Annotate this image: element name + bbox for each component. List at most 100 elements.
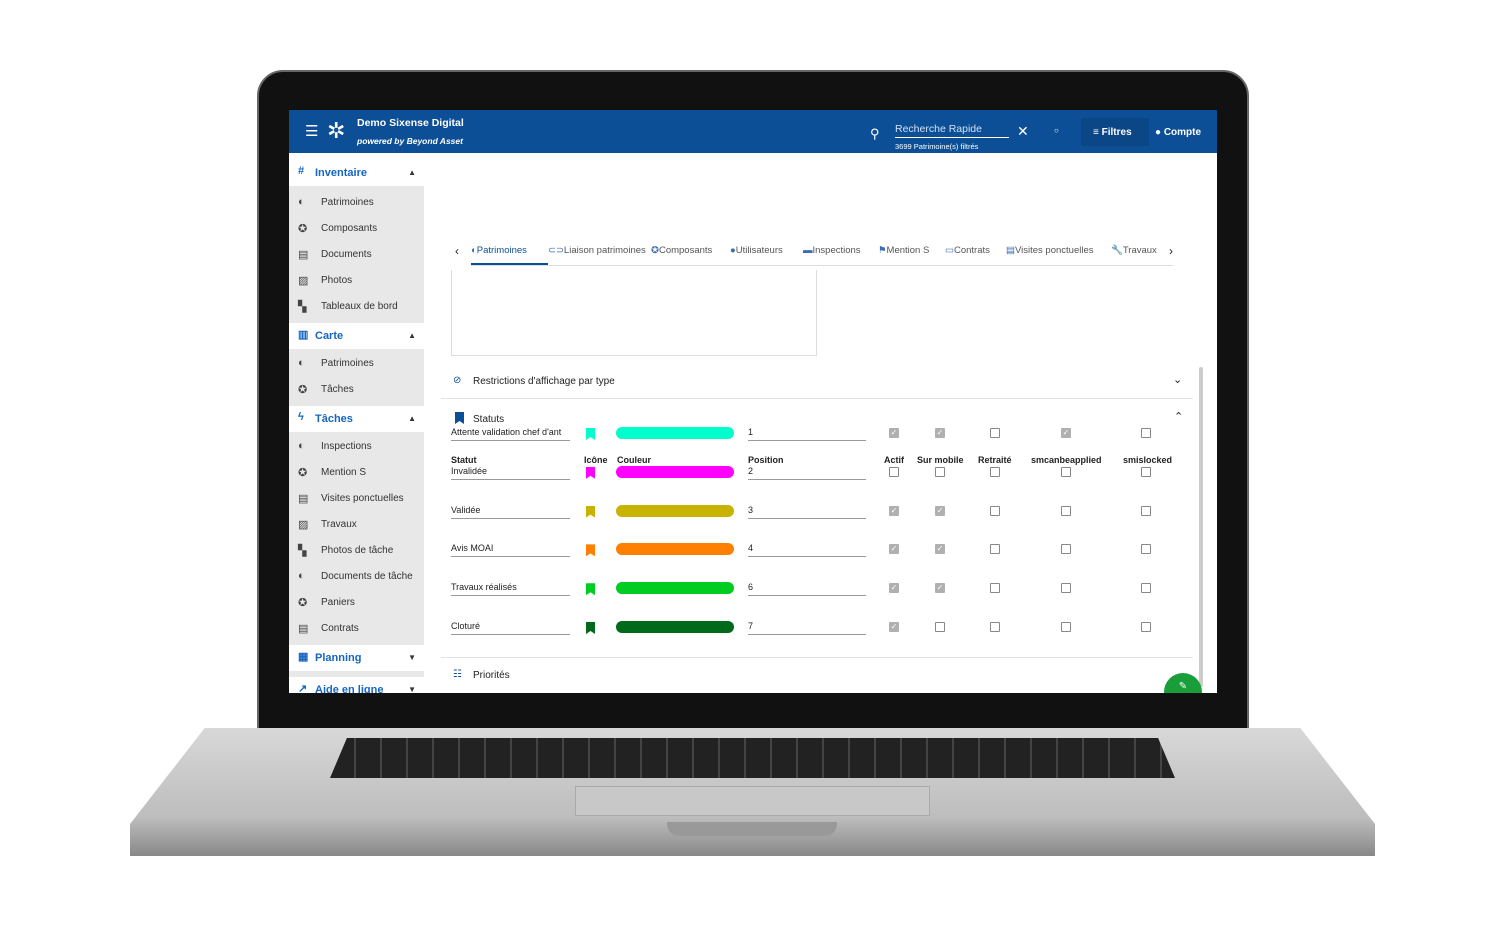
checkbox[interactable] [990,583,1000,594]
statut-input[interactable]: Cloturé [451,619,570,635]
filters-button[interactable]: ≡ Filtres [1081,118,1149,146]
checkbox[interactable] [1061,583,1071,594]
color-picker[interactable] [616,504,734,517]
restrictions-panel-header[interactable]: ⊘ Restrictions d'affichage par type ⌄ [441,365,1193,399]
color-picker[interactable] [616,427,734,439]
tab-4[interactable]: ▬Inspections [803,245,861,256]
checkbox[interactable] [990,428,1000,438]
checkbox[interactable] [889,466,899,477]
sidebar-item[interactable]: ◐ Inspections [289,435,424,459]
sidebar-section-2[interactable]: ϟ Tâches ▲ [289,406,424,432]
sidebar-item[interactable]: ✪ Tâches [289,378,424,402]
sidebar-item[interactable]: ✪ Composants [289,217,424,241]
sidebar-item[interactable]: ◐ Patrimoines [289,352,424,376]
tab-8[interactable]: 🔧Travaux [1111,245,1157,256]
tab-3[interactable]: ●Utilisateurs [730,245,783,256]
sidebar-item[interactable]: ◐ Patrimoines [289,191,424,215]
checkbox[interactable] [1141,466,1151,477]
sidebar-item[interactable]: ▨ Travaux [289,513,424,537]
checkbox[interactable] [1141,428,1151,438]
tab-5[interactable]: ⚑Mention S [878,245,929,256]
checkbox[interactable] [935,466,945,477]
sidebar-section-1[interactable]: ▥ Carte ▲ [289,323,424,349]
checkbox[interactable] [1141,622,1151,632]
checkbox[interactable]: ✓ [889,622,899,632]
checkbox[interactable]: ✓ [889,505,899,516]
checkbox[interactable] [935,622,945,632]
position-input[interactable]: 6 [748,580,866,597]
tab-0[interactable]: ◐Patrimoines [471,245,527,256]
sidebar-item[interactable]: ▨ Photos [289,269,424,293]
sidebar-section-3[interactable]: ▦ Planning ▼ [289,645,424,671]
checkbox[interactable] [1141,505,1151,516]
statut-input[interactable]: Travaux réalisés [451,580,570,597]
priority-list-icon: ☷ [453,669,462,680]
sidebar-section-0[interactable]: # Inventaire ▲ [289,160,424,186]
position-input[interactable]: 1 [748,425,866,441]
checkbox[interactable]: ✓ [889,428,899,438]
settings-dot-icon[interactable]: ○ [1054,126,1059,135]
checkbox[interactable]: ✓ [935,583,945,594]
checkbox[interactable]: ✓ [889,544,899,555]
statut-input[interactable]: Invalidée [451,464,570,480]
priorites-panel-header[interactable]: Priorités [473,670,510,681]
sidebar-item[interactable]: ✪ Paniers [289,591,424,615]
item-icon: ◐ [298,440,305,452]
sidebar-item[interactable]: ▚ Photos de tâche [289,539,424,563]
tabs-prev-icon[interactable]: ‹ [455,244,459,258]
checkbox[interactable] [1141,583,1151,594]
sidebar-item[interactable]: ▤ Visites ponctuelles [289,487,424,511]
tabs-next-icon[interactable]: › [1169,244,1173,258]
tab-7[interactable]: ▤Visites ponctuelles [1006,245,1094,256]
close-icon[interactable]: ✕ [1017,123,1029,140]
tab-2[interactable]: ✪Composants [651,245,712,256]
checkbox[interactable] [990,466,1000,477]
checkbox[interactable] [990,622,1000,632]
checkbox[interactable]: ✓ [935,544,945,555]
position-input[interactable]: 2 [748,464,866,480]
sidebar-section-4[interactable]: ↗ Aide en ligne ▼ [289,677,424,693]
sidebar-item[interactable]: ✪ Mention S [289,461,424,485]
checkbox[interactable] [990,544,1000,555]
statut-input[interactable]: Avis MOAI [451,541,570,558]
chevron-up-icon[interactable]: ⌃ [1174,410,1183,423]
search-input[interactable]: Recherche Rapide [895,123,1009,138]
sidebar-item[interactable]: ▤ Documents [289,243,424,267]
color-picker[interactable] [616,582,734,595]
caret-up-icon: ▲ [408,331,416,340]
checkbox[interactable] [990,505,1000,516]
preview-card [451,270,817,356]
sidebar-item[interactable]: ▤ Contrats [289,617,424,641]
item-icon: ◐ [298,196,305,208]
chevron-down-icon[interactable]: ⌄ [1173,373,1182,386]
checkbox[interactable] [1141,544,1151,555]
color-picker[interactable] [616,543,734,556]
color-picker[interactable] [616,621,734,633]
eye-off-icon: ⊘ [453,375,462,386]
statut-input[interactable]: Validée [451,503,570,519]
position-input[interactable]: 4 [748,541,866,558]
sidebar-item[interactable]: ◐ Documents de tâche [289,565,424,589]
checkbox[interactable]: ✓ [889,583,899,594]
tab-icon: ✪ [651,245,659,256]
statut-input[interactable]: Attente validation chef d'ant [451,425,570,441]
position-input[interactable]: 3 [748,503,866,519]
checkbox[interactable] [1061,466,1071,477]
color-picker[interactable] [616,465,734,478]
checkbox[interactable]: ✓ [1061,428,1071,438]
checkbox[interactable]: ✓ [935,505,945,516]
account-button[interactable]: ● Compte [1155,127,1201,138]
menu-icon[interactable]: ☰ [305,122,318,140]
app-subtitle: powered by Beyond Asset [357,136,463,146]
position-input[interactable]: 7 [748,619,866,635]
scrollbar[interactable] [1199,367,1203,687]
item-icon: ✪ [298,597,308,609]
checkbox[interactable] [1061,505,1071,516]
checkbox[interactable]: ✓ [935,428,945,438]
checkbox[interactable] [1061,544,1071,555]
item-icon: ✪ [298,223,308,235]
tab-1[interactable]: ⊂⊃Liaison patrimoines [548,245,646,256]
sidebar-item[interactable]: ▚ Tableaux de bord [289,295,424,319]
checkbox[interactable] [1061,622,1071,632]
tab-6[interactable]: ▭Contrats [945,245,990,256]
